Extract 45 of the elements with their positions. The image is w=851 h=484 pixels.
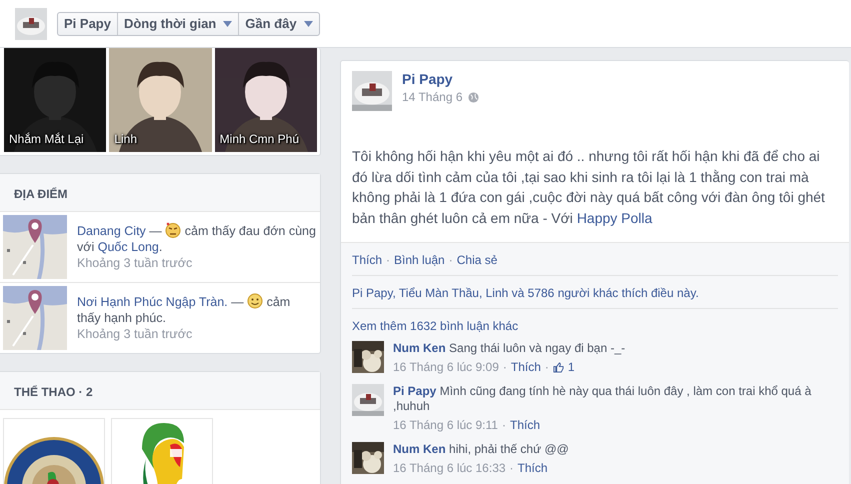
action-link[interactable]: Chia sẻ [456, 253, 498, 267]
timestamp: Khoảng 3 tuần trước [77, 255, 194, 271]
friend-name[interactable]: Nhắm Mắt Lại [9, 132, 84, 146]
profile-button[interactable]: Pi Papy [58, 12, 117, 34]
more-comments-link[interactable]: Xem thêm 1632 bình luận khác [352, 319, 518, 333]
angry-face-icon [165, 222, 182, 238]
separator: · [448, 253, 453, 267]
like-link[interactable]: Thích [510, 418, 540, 433]
timestamp: 16 Tháng 6 lúc 16:33 [393, 461, 506, 476]
timestamp: 16 Tháng 6 lúc 9:11 [393, 418, 498, 433]
separator: · [544, 360, 549, 375]
like-link[interactable]: Thích [510, 360, 541, 375]
menu-button[interactable]: Dòng thời gian [116, 12, 238, 34]
timestamp: 16 Tháng 6 lúc 9:09 [393, 360, 499, 375]
action-link[interactable]: Bình luận [394, 253, 445, 267]
check-in-text: Danang City — cảm thấy đau đớn cùng với Quốc Long. [77, 222, 317, 255]
tagged-link[interactable]: Happy Polla [576, 210, 652, 226]
likes-summary[interactable]: Pi Papy, Tiểu Màn Thầu, Linh và 5786 người khác thích điều này. [352, 286, 699, 300]
place-link[interactable]: Nơi Hạnh Phúc Ngập Tràn. [77, 295, 228, 309]
like-link[interactable]: Thích [518, 461, 548, 476]
separator: · [510, 461, 514, 476]
place-link[interactable]: Danang City [77, 224, 146, 238]
like-count: 1 [568, 360, 575, 375]
thumbs-up-icon [552, 362, 564, 373]
timestamp: Khoảng 3 tuần trước [77, 326, 194, 342]
comment-text: Pi Papy Mình cũng đang tính hè này qua thái luôn đây , làm con trai khổ quá à ,huhuh [393, 384, 812, 414]
separator: · [502, 418, 506, 433]
friend-link[interactable]: Quốc Long [98, 240, 159, 254]
section-title: THỂ THAO · 2 [14, 385, 93, 399]
commenter-link[interactable]: Num Ken [393, 442, 446, 456]
check-in-text: Nơi Hạnh Phúc Ngập Tràn. — cảm thấy hạnh phúc. [77, 293, 292, 326]
post-text: Tôi không hối hận khi yêu một ai đó .. nhưng tôi rất hối hận khi đã để cho ai đó lừa dối tình cảm của tôi ,tại sao khi sinh ra tôi lại là 1 thằng con trai mà không phải là 1 đứa con gái ,cuộc đời này quá bất công với đàn ông tôi ghét bản thân ghét luôn cả em nữa - Với Happy Polla [352, 147, 826, 228]
commenter-link[interactable]: Num Ken [393, 341, 446, 355]
menu-button[interactable]: Gần đây [238, 12, 319, 34]
separator: · [502, 360, 507, 375]
commenter-link[interactable]: Pi Papy [393, 384, 436, 398]
comment-text: Num Ken hihi, phải thế chứ @@ [393, 442, 570, 457]
author-link[interactable]: Pi Papy [402, 71, 453, 87]
comment-text: Num Ken Sang thái luôn và ngay đi bạn -_- [393, 341, 626, 356]
action-link[interactable]: Thích [352, 253, 382, 267]
smiley-icon [247, 293, 264, 309]
section-title: ĐỊA ĐIỂM [14, 187, 68, 201]
globe-icon [468, 92, 478, 102]
separator: · [386, 253, 390, 267]
friend-name[interactable]: Minh Cmn Phú [220, 132, 300, 146]
